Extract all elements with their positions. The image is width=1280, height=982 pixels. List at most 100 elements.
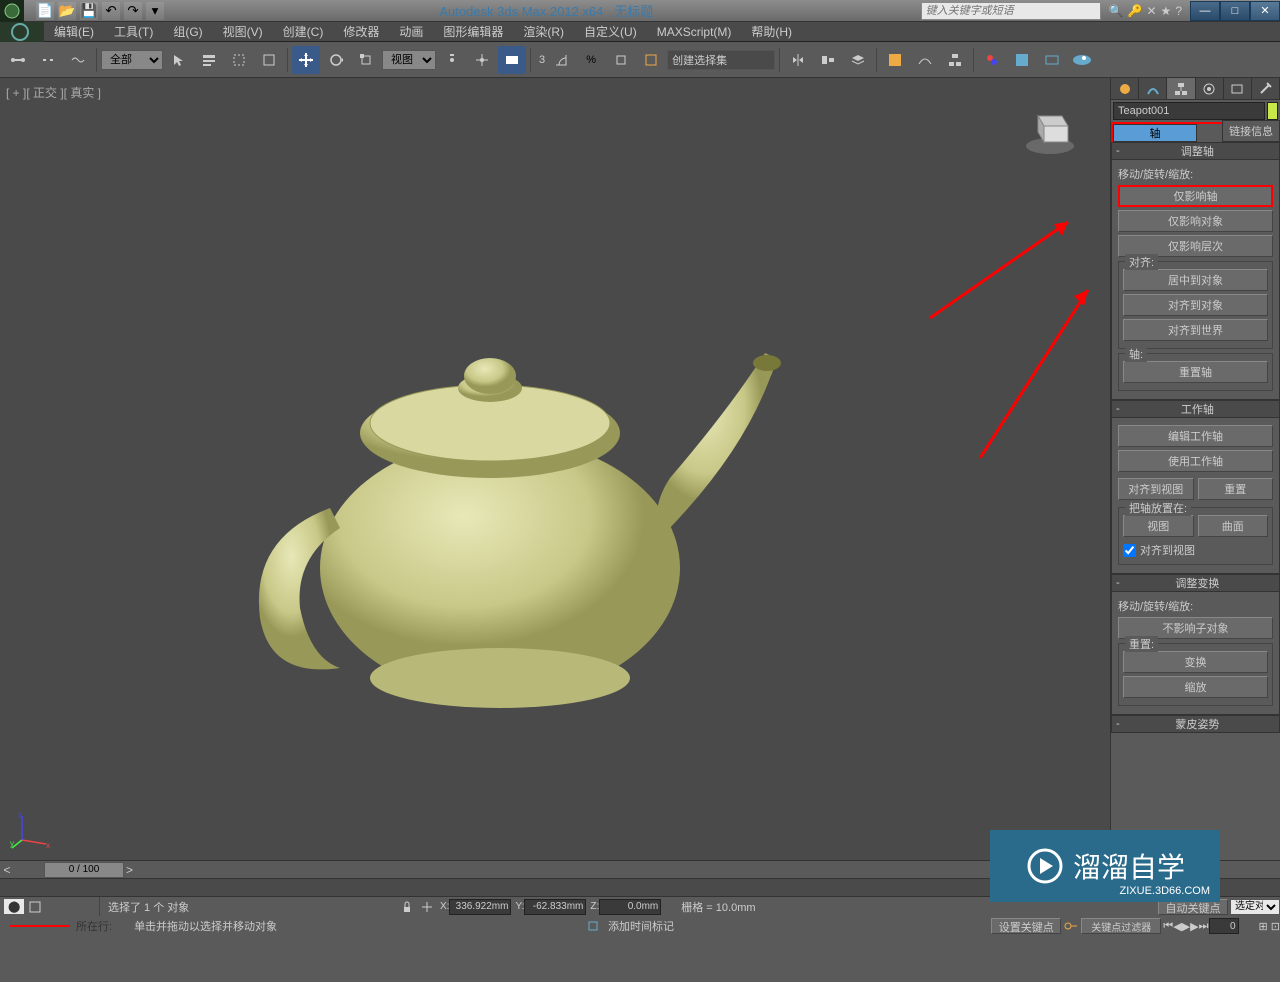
object-color-swatch[interactable]: [1267, 102, 1278, 120]
prev-frame-icon[interactable]: ◀: [1173, 920, 1181, 933]
goto-end-icon[interactable]: ⏭: [1199, 920, 1209, 933]
render-icon[interactable]: [1068, 46, 1096, 74]
x-coord-field[interactable]: [449, 899, 511, 915]
center-to-object-button[interactable]: 居中到对象: [1123, 269, 1268, 291]
exchange-icon[interactable]: ✕: [1146, 4, 1156, 18]
app-logo[interactable]: [0, 22, 44, 42]
rollout-skin-pose[interactable]: -蒙皮姿势: [1111, 715, 1280, 733]
pivot-center-icon[interactable]: [438, 46, 466, 74]
rendered-frame-icon[interactable]: [1038, 46, 1066, 74]
named-selection-dropdown[interactable]: [667, 50, 775, 70]
z-coord-field[interactable]: [599, 899, 661, 915]
move-icon[interactable]: [292, 46, 320, 74]
key-filters-button[interactable]: 关键点过滤器: [1081, 918, 1161, 934]
object-name-field[interactable]: [1113, 102, 1265, 120]
play-icon[interactable]: ▶: [1182, 920, 1190, 933]
edit-named-sel-icon[interactable]: [637, 46, 665, 74]
app-menu-icon[interactable]: [0, 0, 24, 22]
reset-axis-button[interactable]: 重置轴: [1123, 361, 1268, 383]
utilities-tab-icon[interactable]: [1252, 78, 1280, 99]
place-view-button[interactable]: 视图: [1123, 515, 1194, 537]
select-icon[interactable]: [165, 46, 193, 74]
motion-tab-icon[interactable]: [1196, 78, 1224, 99]
menu-graph-editors[interactable]: 图形编辑器: [433, 21, 513, 42]
schematic-view-icon[interactable]: [941, 46, 969, 74]
teapot-object[interactable]: [240, 278, 790, 738]
menu-help[interactable]: 帮助(H): [741, 21, 802, 42]
menu-create[interactable]: 创建(C): [273, 21, 334, 42]
new-icon[interactable]: 📄: [36, 2, 54, 20]
menu-views[interactable]: 视图(V): [213, 21, 273, 42]
next-frame-icon[interactable]: ▶: [1190, 920, 1198, 933]
listener-mini[interactable]: ⬤: [4, 899, 24, 914]
menu-tools[interactable]: 工具(T): [104, 21, 163, 42]
maximize-button[interactable]: □: [1220, 1, 1250, 21]
subscription-icon[interactable]: 🔑: [1128, 4, 1143, 18]
script-icon[interactable]: [28, 900, 42, 914]
percent-snap-icon[interactable]: %: [577, 46, 605, 74]
isolate-icon[interactable]: [586, 919, 600, 933]
menu-modifiers[interactable]: 修改器: [333, 21, 389, 42]
save-icon[interactable]: 💾: [80, 2, 98, 20]
keyboard-shortcut-icon[interactable]: [498, 46, 526, 74]
render-setup-icon[interactable]: [1008, 46, 1036, 74]
bind-spacewarp-icon[interactable]: [64, 46, 92, 74]
align-icon[interactable]: [814, 46, 842, 74]
reset-transform-button[interactable]: 变换: [1123, 651, 1268, 673]
reset-working-pivot-button[interactable]: 重置: [1198, 478, 1274, 500]
search-icon[interactable]: 🔍: [1109, 4, 1124, 18]
manipulate-icon[interactable]: [468, 46, 496, 74]
angle-snap-icon[interactable]: [547, 46, 575, 74]
time-slider-handle[interactable]: 0 / 100: [44, 862, 124, 878]
viewport-nav-icons[interactable]: ⊞ ⊡: [1259, 920, 1280, 933]
menu-customize[interactable]: 自定义(U): [574, 21, 647, 42]
add-time-tag[interactable]: 添加时间标记: [608, 918, 674, 934]
link-icon[interactable]: [4, 46, 32, 74]
goto-start-icon[interactable]: ⏮: [1163, 920, 1173, 933]
use-working-pivot-button[interactable]: 使用工作轴: [1118, 450, 1273, 472]
select-by-name-icon[interactable]: [195, 46, 223, 74]
align-to-view-button[interactable]: 对齐到视图: [1118, 478, 1194, 500]
close-button[interactable]: ✕: [1250, 1, 1280, 21]
menu-maxscript[interactable]: MAXScript(M): [647, 23, 742, 41]
infocenter-search[interactable]: [921, 2, 1101, 20]
help-icon[interactable]: ?: [1175, 4, 1182, 18]
scale-icon[interactable]: [352, 46, 380, 74]
rollout-adjust-transform[interactable]: -调整变换: [1111, 574, 1280, 592]
viewcube[interactable]: [1020, 98, 1080, 158]
menu-rendering[interactable]: 渲染(R): [513, 21, 574, 42]
viewport-label[interactable]: [ + ][ 正交 ][ 真实 ]: [6, 84, 101, 101]
edit-working-pivot-button[interactable]: 编辑工作轴: [1118, 425, 1273, 447]
abs-rel-icon[interactable]: [420, 900, 434, 914]
viewport[interactable]: [ + ][ 正交 ][ 真实 ]: [0, 78, 1110, 860]
key-icon[interactable]: [1063, 919, 1079, 933]
affect-object-only-button[interactable]: 仅影响对象: [1118, 210, 1273, 232]
redo-icon[interactable]: ↷: [124, 2, 142, 20]
rollout-working-pivot[interactable]: -工作轴: [1111, 400, 1280, 418]
place-surface-button[interactable]: 曲面: [1198, 515, 1269, 537]
selection-filter-dropdown[interactable]: 全部: [101, 50, 163, 70]
layer-explorer-icon[interactable]: [881, 46, 909, 74]
lock-icon[interactable]: [400, 900, 414, 914]
timeslider-left-icon[interactable]: <: [0, 863, 14, 877]
spinner-snap-icon[interactable]: [607, 46, 635, 74]
hierarchy-tab-icon[interactable]: [1167, 78, 1195, 99]
setkey-button[interactable]: 设置关键点: [991, 918, 1061, 934]
keymode-dropdown[interactable]: 选定对: [1230, 899, 1280, 915]
undo-icon[interactable]: ↶: [102, 2, 120, 20]
favorite-icon[interactable]: ★: [1161, 4, 1172, 18]
affect-pivot-only-button[interactable]: 仅影响轴: [1118, 185, 1273, 207]
window-crossing-icon[interactable]: [255, 46, 283, 74]
pivot-tab-link[interactable]: 链接信息: [1222, 120, 1280, 142]
open-icon[interactable]: 📂: [58, 2, 76, 20]
rollout-adjust-axis[interactable]: -调整轴: [1111, 142, 1280, 160]
create-tab-icon[interactable]: [1111, 78, 1139, 99]
ref-coord-dropdown[interactable]: 视图: [382, 50, 436, 70]
timeslider-right-icon[interactable]: >: [126, 863, 133, 877]
material-editor-icon[interactable]: [978, 46, 1006, 74]
align-to-world-button[interactable]: 对齐到世界: [1123, 319, 1268, 341]
qat-dropdown-icon[interactable]: ▾: [146, 2, 164, 20]
layers-icon[interactable]: [844, 46, 872, 74]
mirror-icon[interactable]: [784, 46, 812, 74]
minimize-button[interactable]: —: [1190, 1, 1220, 21]
